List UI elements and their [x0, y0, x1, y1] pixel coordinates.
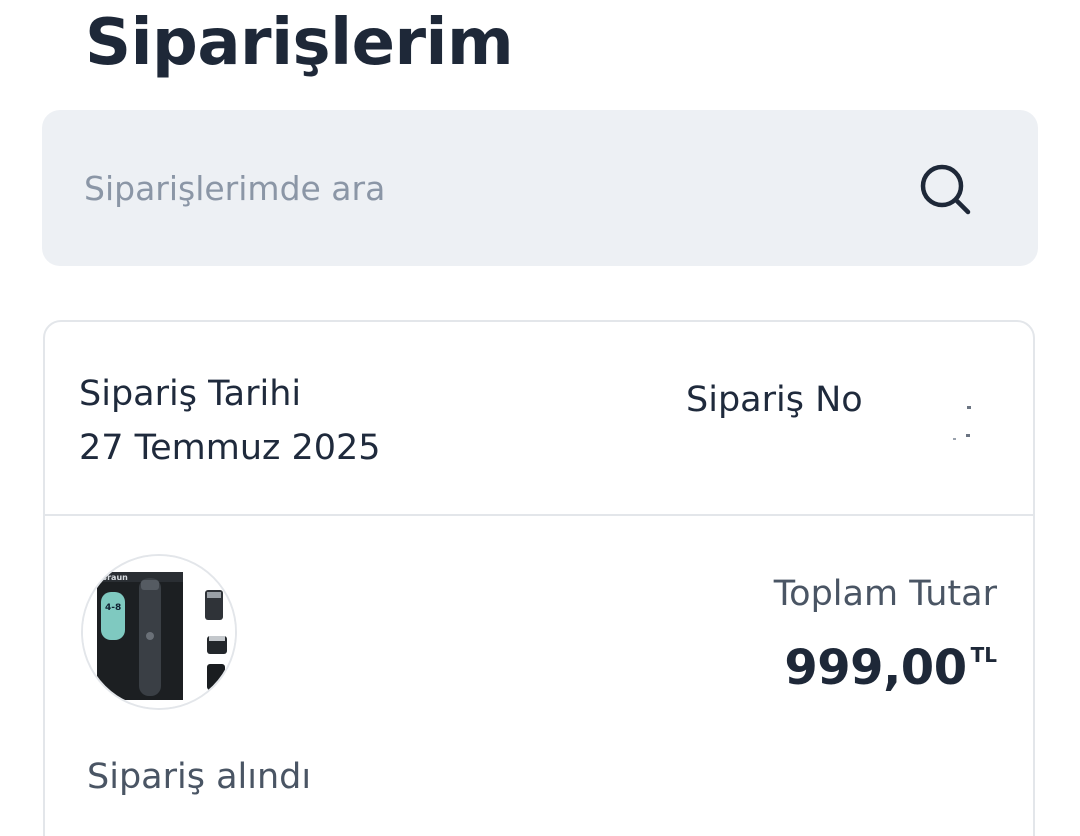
search-icon[interactable] — [916, 160, 974, 218]
search-input[interactable] — [84, 160, 884, 216]
order-number-label: Sipariş No — [686, 380, 863, 420]
total-amount-value: 999,00 — [784, 640, 967, 696]
total-amount: 999,00 TL — [784, 640, 997, 696]
order-date-value: 27 Temmuz 2025 — [79, 428, 381, 468]
orders-page: Siparişlerim Sipariş Tarihi 27 Temmuz 20… — [0, 0, 1080, 836]
order-number-redacted — [953, 406, 971, 440]
page-title: Siparişlerim — [85, 6, 514, 80]
svg-text:Braun: Braun — [101, 573, 128, 582]
svg-text:4-8: 4-8 — [105, 603, 121, 613]
search-bar — [42, 110, 1038, 266]
order-date-label: Sipariş Tarihi — [79, 374, 302, 414]
order-card[interactable]: Sipariş Tarihi 27 Temmuz 2025 Sipariş No… — [43, 320, 1035, 836]
order-card-header: Sipariş Tarihi 27 Temmuz 2025 Sipariş No — [45, 322, 1033, 516]
total-amount-label: Toplam Tutar — [773, 574, 997, 614]
currency-label: TL — [970, 643, 997, 667]
order-status: Sipariş alındı — [87, 757, 312, 797]
hair-trimmer-kit-image: Braun 4-8 — [83, 556, 235, 708]
product-thumbnail[interactable]: Braun 4-8 — [81, 554, 237, 710]
